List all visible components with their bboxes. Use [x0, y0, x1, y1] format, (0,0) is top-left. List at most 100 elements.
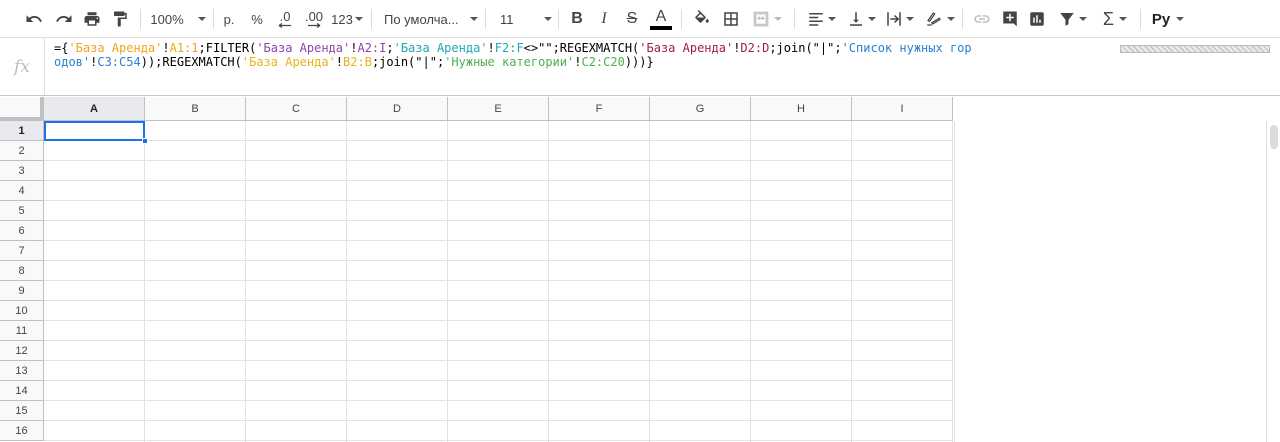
arrow-right-icon — [308, 23, 321, 28]
row-header-16[interactable]: 16 — [0, 421, 44, 441]
input-tools-label: Py — [1151, 10, 1171, 28]
link-icon — [970, 7, 994, 31]
formula-token: 'База Аренда' — [393, 41, 488, 55]
formula-token: ;join("|"; — [371, 55, 445, 69]
row-header-5[interactable]: 5 — [0, 201, 44, 221]
column-header-d[interactable]: D — [347, 97, 448, 121]
strikethrough-button[interactable]: S — [621, 7, 643, 31]
text-wrap-icon[interactable] — [882, 7, 916, 31]
chevron-down-icon — [354, 17, 363, 21]
row-header-8[interactable]: 8 — [0, 261, 44, 281]
arrow-left-icon — [278, 23, 291, 28]
formula-token: ! — [487, 41, 495, 55]
formula-token: <>"";REGEXMATCH( — [523, 41, 640, 55]
zoom-select[interactable]: 100% — [148, 7, 208, 31]
formula-token: )))} — [624, 55, 654, 69]
grid-right-edge — [954, 121, 955, 442]
zoom-value: 100% — [150, 11, 184, 27]
formula-bar: fx ={'База Аренда'!A1:1;FILTER('База Аре… — [0, 38, 1280, 96]
font-family-select[interactable]: По умолча... — [384, 7, 478, 31]
chevron-down-icon — [544, 17, 552, 21]
percent-label: % — [251, 11, 263, 27]
row-header-6[interactable]: 6 — [0, 221, 44, 241]
bold-button[interactable]: B — [566, 7, 588, 31]
row-header-4[interactable]: 4 — [0, 181, 44, 201]
currency-format-button[interactable]: р. — [218, 7, 240, 31]
strikethrough-label: S — [626, 10, 638, 27]
row-header-14[interactable]: 14 — [0, 381, 44, 401]
font-family-value: По умолча... — [384, 11, 459, 27]
chevron-down-icon — [1176, 17, 1185, 21]
formula-token: B2:B — [343, 55, 372, 69]
italic-button[interactable]: I — [593, 7, 615, 31]
filter-icon[interactable] — [1054, 7, 1090, 31]
column-header-g[interactable]: G — [650, 97, 751, 121]
decrease-decimal-button[interactable]: .0 — [272, 7, 298, 31]
column-header-i[interactable]: I — [852, 97, 953, 121]
toolbar-divider — [558, 9, 559, 29]
percent-format-button[interactable]: % — [246, 7, 268, 31]
chevron-down-icon — [946, 17, 955, 21]
comment-icon[interactable] — [998, 7, 1022, 31]
formula-token: ! — [162, 41, 170, 55]
print-icon[interactable] — [80, 7, 104, 31]
fx-icon: fx — [0, 38, 45, 95]
row-header-10[interactable]: 10 — [0, 301, 44, 321]
more-formats-button[interactable]: 123 — [330, 7, 364, 31]
text-color-button[interactable]: A — [649, 7, 673, 31]
formula-input[interactable]: ={'База Аренда'!A1:1;FILTER('База Аренда… — [54, 41, 974, 69]
select-all-corner[interactable] — [0, 97, 44, 121]
row-header-9[interactable]: 9 — [0, 281, 44, 301]
row-header-13[interactable]: 13 — [0, 361, 44, 381]
font-size-select[interactable]: 11 — [496, 7, 552, 31]
text-color-label: A — [655, 7, 667, 25]
column-header-c[interactable]: C — [246, 97, 347, 121]
valign-bottom-icon[interactable] — [844, 7, 878, 31]
formula-bar-resize-handle[interactable] — [1120, 45, 1270, 53]
text-rotation-icon[interactable] — [920, 7, 958, 31]
undo-icon[interactable] — [22, 7, 46, 31]
column-header-b[interactable]: B — [145, 97, 246, 121]
bold-label: B — [571, 10, 583, 27]
formula-token: 'База Аренда' — [241, 55, 336, 69]
row-header-1[interactable]: 1 — [0, 121, 44, 141]
paint-format-icon[interactable] — [108, 7, 132, 31]
row-header-11[interactable]: 11 — [0, 321, 44, 341]
align-left-icon[interactable] — [803, 7, 839, 31]
formula-token: 'База Аренда' — [639, 41, 734, 55]
borders-icon[interactable] — [719, 7, 743, 31]
vertical-scrollbar[interactable] — [1266, 121, 1280, 442]
row-header-15[interactable]: 15 — [0, 401, 44, 421]
increase-decimal-button[interactable]: .00 — [300, 7, 328, 31]
toolbar-divider — [962, 9, 963, 29]
scrollbar-thumb[interactable] — [1270, 125, 1278, 149]
formula-token: 'База Аренда' — [68, 41, 163, 55]
input-tools-icon[interactable]: Py — [1148, 7, 1188, 31]
active-cell-a1[interactable] — [44, 121, 145, 141]
formula-token: A2:I — [357, 41, 387, 55]
fill-handle[interactable] — [142, 138, 148, 144]
row-header-2[interactable]: 2 — [0, 141, 44, 161]
merge-cells-icon — [748, 7, 786, 31]
column-header-a[interactable]: A — [44, 97, 145, 121]
cell-area[interactable] — [44, 121, 954, 442]
toolbar-divider — [681, 9, 682, 29]
column-header-h[interactable]: H — [751, 97, 852, 121]
row-header-12[interactable]: 12 — [0, 341, 44, 361]
toolbar-divider — [213, 9, 214, 29]
redo-icon[interactable] — [52, 7, 76, 31]
row-header-3[interactable]: 3 — [0, 161, 44, 181]
sum-icon[interactable]: Σ — [1096, 7, 1134, 31]
fill-color-icon[interactable] — [690, 7, 714, 31]
chart-icon[interactable] — [1025, 7, 1049, 31]
text-color-swatch — [650, 25, 672, 30]
italic-label: I — [601, 10, 607, 27]
column-header-e[interactable]: E — [448, 97, 549, 121]
column-header-f[interactable]: F — [549, 97, 650, 121]
formula-token: C3:C54 — [97, 55, 141, 69]
row-header-7[interactable]: 7 — [0, 241, 44, 261]
toolbar: 100% р. % .0 .00 123 По умолча... 11 B I… — [0, 0, 1280, 38]
toolbar-divider — [140, 9, 141, 29]
sigma-glyph: Σ — [1102, 8, 1115, 29]
more-formats-label: 123 — [331, 11, 353, 27]
